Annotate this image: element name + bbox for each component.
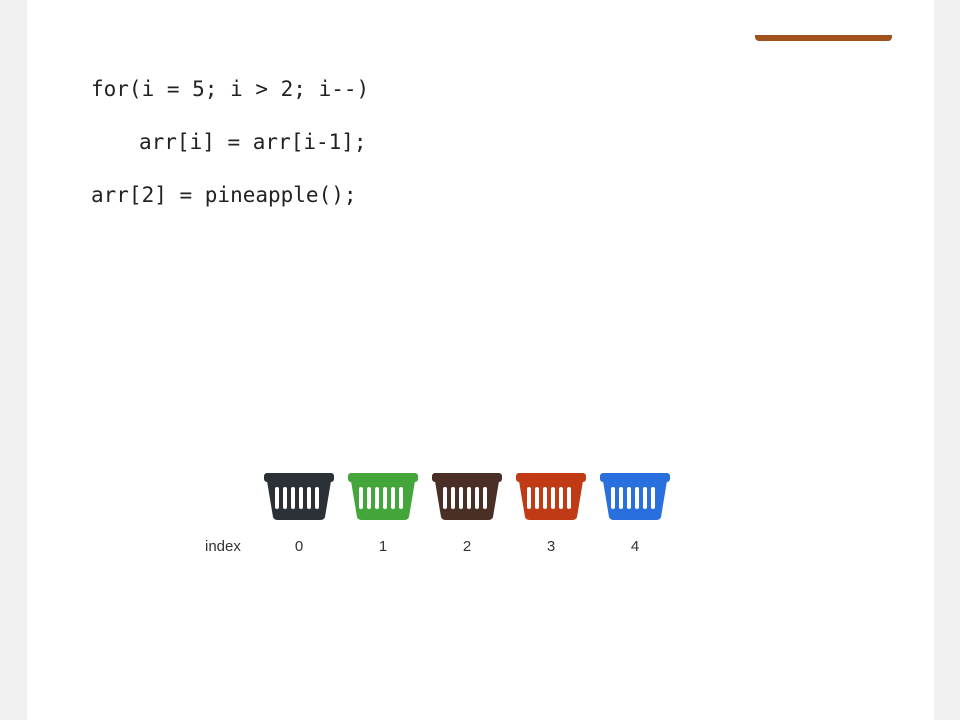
basket-icon bbox=[515, 472, 587, 521]
code-line-shift: arr[i] = arr[i-1]; bbox=[139, 130, 367, 154]
index-label: index bbox=[205, 538, 241, 555]
basket-icon bbox=[347, 472, 419, 521]
code-line-loop: for(i = 5; i > 2; i--) bbox=[91, 77, 370, 101]
basket-icon bbox=[263, 472, 335, 521]
index-number: 1 bbox=[378, 538, 388, 555]
basket-icon bbox=[599, 472, 671, 521]
index-number: 3 bbox=[546, 538, 556, 555]
basket-icon bbox=[431, 472, 503, 521]
index-number: 2 bbox=[462, 538, 472, 555]
slide-canvas bbox=[27, 0, 934, 720]
index-number: 4 bbox=[630, 538, 640, 555]
code-line-assign: arr[2] = pineapple(); bbox=[91, 183, 357, 207]
index-number: 0 bbox=[294, 538, 304, 555]
top-accent-bar bbox=[755, 35, 892, 41]
